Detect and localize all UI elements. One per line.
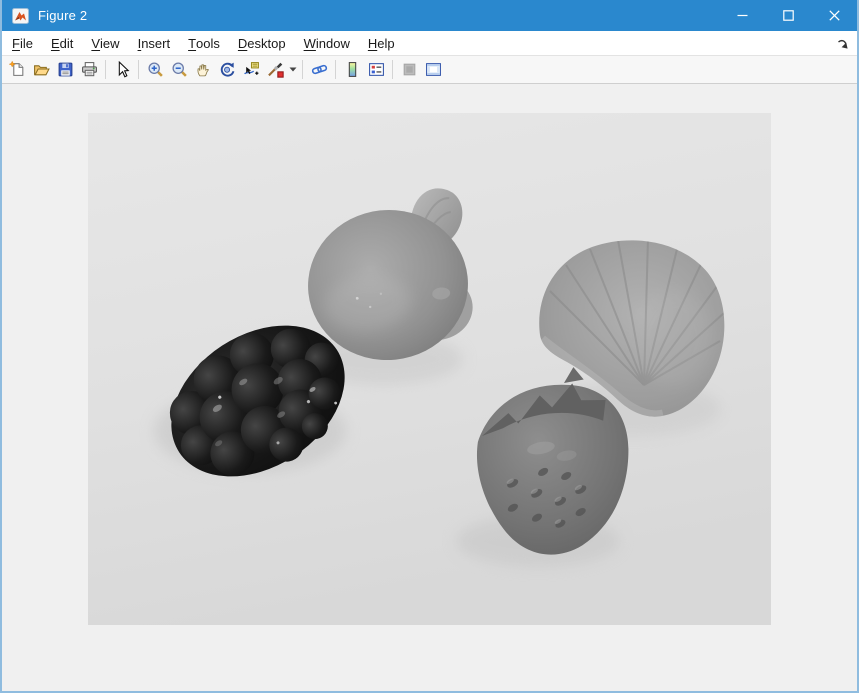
figure-image [88,113,771,625]
open-file-icon [33,61,50,78]
figure-toolbar [2,56,857,84]
hide-plot-tools-icon [401,61,418,78]
link-plot-button[interactable] [307,58,331,82]
dock-figure-arrow-icon[interactable] [836,37,849,50]
maximize-icon [783,10,794,21]
window-title: Figure 2 [38,8,87,23]
minimize-icon [737,10,748,21]
hide-plot-tools-button [397,58,421,82]
toolbar-separator [302,60,303,79]
insert-colorbar-button[interactable] [340,58,364,82]
toolbar-separator [392,60,393,79]
edit-plot-button[interactable] [110,58,134,82]
print-figure-button[interactable] [77,58,101,82]
brush-dropdown-button[interactable] [287,58,298,82]
new-figure-button[interactable] [5,58,29,82]
maximize-button[interactable] [765,0,811,31]
toolbar-separator [138,60,139,79]
insert-colorbar-icon [344,61,361,78]
menu-window[interactable]: Window [295,31,359,55]
menu-help[interactable]: Help [359,31,404,55]
zoom-in-icon [147,61,164,78]
figure-window: Figure 2 File Edit View Insert Tools Des… [0,0,859,693]
brush-data-button[interactable] [263,58,287,82]
zoom-in-button[interactable] [143,58,167,82]
menu-view[interactable]: View [82,31,128,55]
pan-hand-icon [195,61,212,78]
menu-file[interactable]: File [3,31,42,55]
link-plot-icon [311,61,328,78]
pan-button[interactable] [191,58,215,82]
close-icon [829,10,840,21]
new-figure-icon [9,61,26,78]
insert-legend-icon [368,61,385,78]
minimize-button[interactable] [719,0,765,31]
brush-data-icon [267,61,284,78]
print-figure-icon [81,61,98,78]
data-cursor-icon [243,61,260,78]
matlab-logo-icon [12,8,29,24]
figure-canvas[interactable] [2,84,857,691]
insert-legend-button[interactable] [364,58,388,82]
edit-plot-arrow-icon [114,61,131,78]
rotate-3d-icon [219,61,236,78]
menubar: File Edit View Insert Tools Desktop Wind… [2,31,857,56]
zoom-out-icon [171,61,188,78]
data-cursor-button[interactable] [239,58,263,82]
menu-tools[interactable]: Tools [179,31,229,55]
close-button[interactable] [811,0,857,31]
titlebar[interactable]: Figure 2 [2,0,857,31]
save-figure-button[interactable] [53,58,77,82]
zoom-out-button[interactable] [167,58,191,82]
toolbar-separator [105,60,106,79]
show-plot-tools-icon [425,61,442,78]
menu-edit[interactable]: Edit [42,31,82,55]
chevron-down-icon [289,67,297,72]
menu-desktop[interactable]: Desktop [229,31,295,55]
open-file-button[interactable] [29,58,53,82]
show-plot-tools-button[interactable] [421,58,445,82]
menu-insert[interactable]: Insert [129,31,180,55]
toolbar-separator [335,60,336,79]
save-figure-icon [57,61,74,78]
rotate-3d-button[interactable] [215,58,239,82]
